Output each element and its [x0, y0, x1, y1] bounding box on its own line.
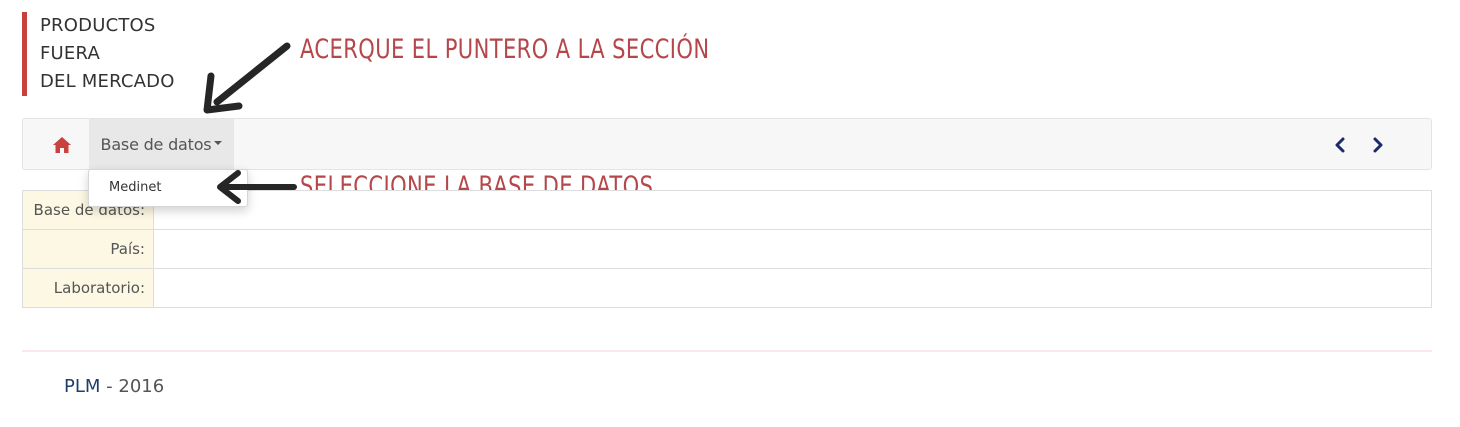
title-line-2: FUERA — [40, 43, 100, 64]
database-menu-toggle[interactable]: Base de datos — [89, 119, 234, 169]
footer-brand: PLM — [64, 376, 101, 397]
chevron-right-icon[interactable] — [1368, 135, 1388, 155]
dropdown-item-medinet[interactable]: Medinet — [109, 180, 161, 195]
row-label-country: País: — [22, 229, 154, 269]
title-line-3: DEL MERCADO — [40, 71, 175, 92]
annotation-arrow-1-icon — [203, 42, 291, 114]
footer-divider — [22, 350, 1432, 352]
caret-down-icon — [214, 141, 223, 145]
chevron-left-icon[interactable] — [1330, 135, 1350, 155]
navbar: Base de datos — [22, 118, 1432, 170]
annotation-step-1: ACERQUE EL PUNTERO A LA SECCIÓN — [300, 34, 710, 65]
row-value-country — [153, 229, 1432, 269]
row-value-laboratory — [153, 268, 1432, 308]
page-title: PRODUCTOS FUERA DEL MERCADO — [22, 12, 175, 96]
home-icon — [53, 137, 71, 153]
home-button[interactable] — [49, 133, 75, 157]
annotation-arrow-2-icon — [217, 170, 297, 204]
table-row: Laboratorio: — [22, 268, 1432, 308]
footer-year: - 2016 — [100, 376, 165, 397]
footer: PLM - 2016 — [64, 376, 164, 397]
title-line-1: PRODUCTOS — [40, 15, 156, 36]
row-value-database — [153, 190, 1432, 230]
table-row: País: — [22, 229, 1432, 269]
row-label-laboratory: Laboratorio: — [22, 268, 154, 308]
database-menu-label: Base de datos — [100, 134, 212, 154]
